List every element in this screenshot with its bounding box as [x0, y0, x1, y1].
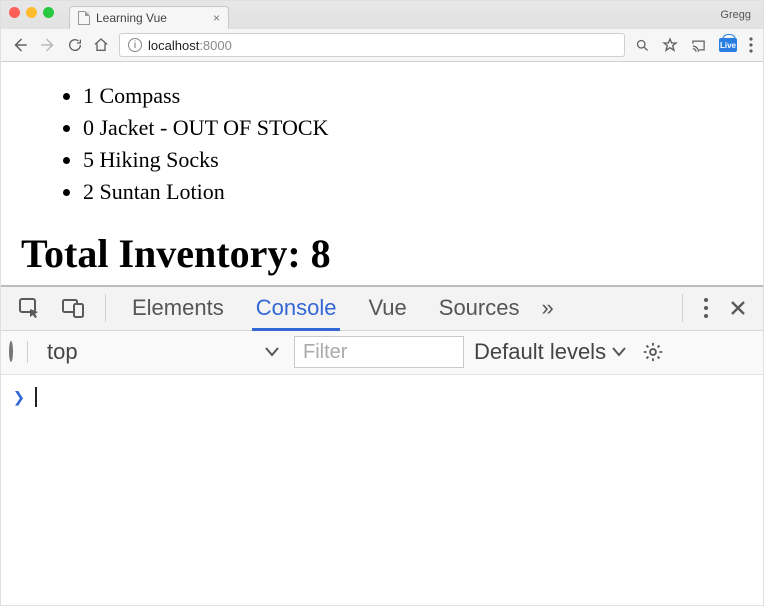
chevron-down-icon [612, 347, 626, 357]
address-bar: i localhost:8000 Live [1, 29, 763, 61]
list-item: 0 Jacket - OUT OF STOCK [83, 112, 743, 144]
maximize-window-button[interactable] [43, 7, 54, 18]
back-button[interactable] [11, 36, 29, 54]
total-inventory: Total Inventory: 8 [21, 230, 743, 277]
site-info-icon[interactable]: i [128, 38, 142, 52]
reload-button[interactable] [67, 37, 83, 53]
bookmark-star-icon[interactable] [662, 37, 678, 53]
profile-name[interactable]: Gregg [720, 1, 751, 29]
console-prompt: ❯ [13, 385, 25, 409]
extension-live-icon[interactable]: Live [719, 38, 737, 52]
minimize-window-button[interactable] [26, 7, 37, 18]
browser-chrome: Learning Vue × Gregg i localhost:8000 [1, 1, 763, 62]
list-item: 1 Compass [83, 80, 743, 112]
clear-console-button[interactable] [9, 343, 13, 361]
page-content: 1 Compass0 Jacket - OUT OF STOCK5 Hiking… [1, 62, 763, 277]
inventory-list: 1 Compass0 Jacket - OUT OF STOCK5 Hiking… [21, 80, 743, 208]
console-toolbar: top Default levels [1, 331, 763, 375]
filter-field[interactable] [294, 336, 464, 368]
tabs-overflow-button[interactable]: » [535, 286, 559, 330]
devtools-panel: Elements Console Vue Sources » top Defau… [1, 285, 763, 545]
home-button[interactable] [93, 37, 109, 53]
list-item: 5 Hiking Socks [83, 144, 743, 176]
tab-title: Learning Vue [96, 11, 167, 25]
tab-console[interactable]: Console [240, 286, 353, 330]
forward-button[interactable] [39, 36, 57, 54]
close-window-button[interactable] [9, 7, 20, 18]
devtools-menu-button[interactable] [693, 286, 719, 330]
context-selector[interactable]: top [42, 338, 284, 366]
omnibox[interactable]: i localhost:8000 [119, 33, 625, 57]
console-cursor [35, 387, 37, 407]
chevron-down-icon [265, 347, 279, 357]
browser-menu-button[interactable] [749, 37, 753, 53]
console-settings-button[interactable] [642, 341, 664, 363]
console-body[interactable]: ❯ [1, 375, 763, 545]
toolbar-right: Live [635, 37, 753, 53]
page-icon [78, 11, 90, 25]
close-tab-button[interactable]: × [213, 11, 220, 25]
cast-icon[interactable] [690, 38, 707, 53]
tab-bar: Learning Vue × Gregg [1, 1, 763, 29]
tab-sources[interactable]: Sources [423, 286, 536, 330]
log-levels-selector[interactable]: Default levels [474, 339, 626, 365]
list-item: 2 Suntan Lotion [83, 176, 743, 208]
url-text: localhost:8000 [148, 38, 232, 53]
filter-input[interactable] [294, 336, 464, 368]
zoom-icon[interactable] [635, 38, 650, 53]
close-devtools-button[interactable] [719, 286, 757, 330]
devtools-tabbar: Elements Console Vue Sources » [1, 287, 763, 331]
device-toggle-button[interactable] [51, 286, 95, 330]
tab-vue[interactable]: Vue [352, 286, 422, 330]
inspect-element-button[interactable] [7, 286, 51, 330]
tab-elements[interactable]: Elements [116, 286, 240, 330]
browser-tab[interactable]: Learning Vue × [69, 6, 229, 29]
window-controls [9, 7, 54, 18]
